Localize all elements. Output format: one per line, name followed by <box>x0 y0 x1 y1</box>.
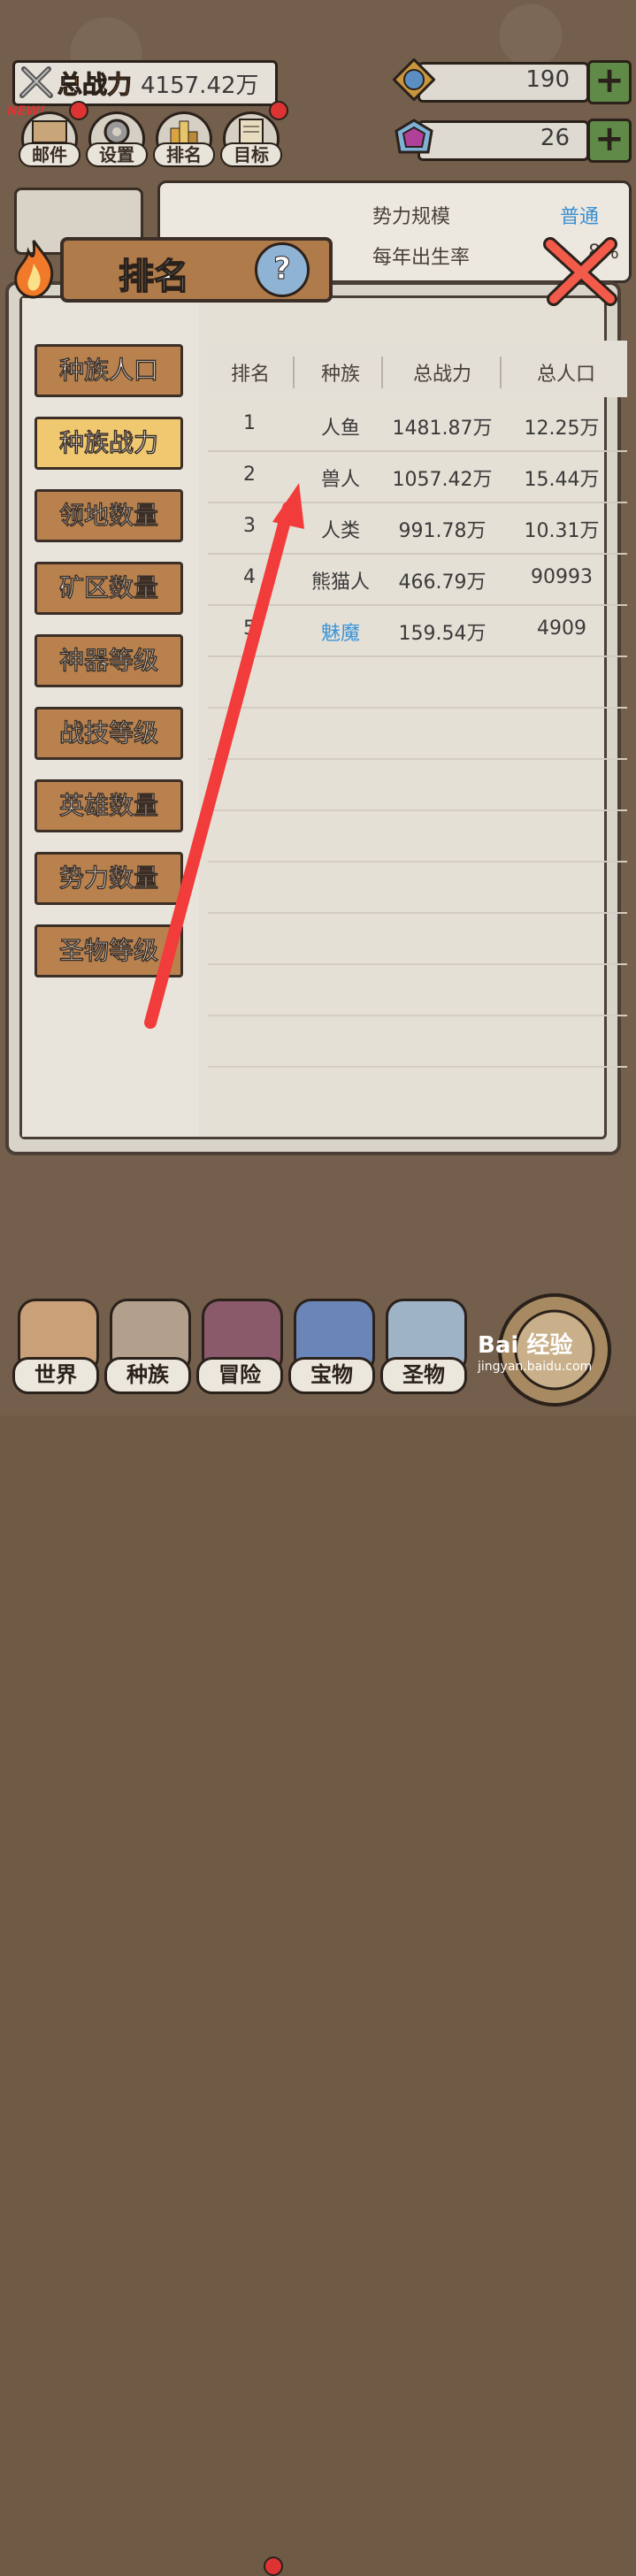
row-rank: 3 <box>243 515 256 537</box>
close-icon[interactable] <box>541 232 621 311</box>
total-power-value: 4157.42万 <box>141 72 259 99</box>
row-rank: 2 <box>243 464 256 486</box>
currency-gem-blue: 190 + <box>393 58 632 104</box>
empty-row <box>208 656 627 709</box>
currency-gem-purple: 26 + <box>393 117 632 163</box>
tab-skill-level[interactable]: 战技等级 <box>34 707 183 760</box>
table-row[interactable]: 2 兽人 1057.42万 15.44万 <box>208 450 627 503</box>
ranking-button[interactable]: 排名 <box>153 111 215 167</box>
table-row[interactable]: 4 熊猫人 466.79万 90993 <box>208 553 627 606</box>
tab-artifact-level[interactable]: 神器等级 <box>34 634 183 687</box>
empty-row <box>208 861 627 914</box>
empty-row <box>208 1015 627 1068</box>
tab-race-power[interactable]: 种族战力 <box>34 417 183 470</box>
row-population: 4909 <box>537 617 586 640</box>
col-race: 种族 <box>320 364 360 386</box>
row-power: 1481.87万 <box>392 418 493 440</box>
row-rank: 4 <box>243 566 256 588</box>
empty-row <box>208 758 627 811</box>
tab-race-population[interactable]: 种族人口 <box>34 344 183 397</box>
row-population: 90993 <box>531 566 593 588</box>
empty-row <box>208 809 627 862</box>
col-total-power: 总战力 <box>412 364 471 386</box>
col-rank: 排名 <box>230 364 270 386</box>
ranking-label: 排名 <box>153 142 215 167</box>
row-race: 人鱼 <box>320 418 360 440</box>
row-race: 熊猫人 <box>310 571 370 594</box>
nav-world-label: 世界 <box>12 1357 99 1394</box>
nav-race[interactable]: 种族 <box>104 1299 191 1396</box>
ranking-panel-inner: 种族人口 种族战力 领地数量 矿区数量 神器等级 战技等级 英雄数量 势力数量 … <box>19 295 627 1139</box>
tab-mine-count[interactable]: 矿区数量 <box>34 562 183 615</box>
table-row[interactable]: 1 人鱼 1481.87万 12.25万 <box>208 399 627 452</box>
nav-treasure-label: 宝物 <box>288 1357 375 1394</box>
empty-row <box>208 963 627 1016</box>
crossed-swords-icon <box>15 63 57 104</box>
panel-title-banner: 排名 ? <box>4 232 338 306</box>
nav-adventure-label: 冒险 <box>196 1357 283 1394</box>
panel-title: 排名 <box>118 256 190 298</box>
mail-notification-dot <box>69 101 88 120</box>
empty-row <box>208 707 627 760</box>
row-power: 159.54万 <box>398 623 487 645</box>
watermark-sub: jingyan.baidu.com <box>478 1360 593 1374</box>
nav-treasure[interactable]: 宝物 <box>288 1299 375 1396</box>
nav-relic[interactable]: 圣物 <box>380 1299 467 1396</box>
row-race: 人类 <box>320 520 360 542</box>
flame-icon <box>14 240 54 299</box>
table-header: 排名 种族 总战力 总人口 <box>208 341 627 397</box>
row-population: 10.31万 <box>524 520 600 542</box>
nav-adventure[interactable]: 冒险 <box>196 1299 283 1396</box>
row-power: 991.78万 <box>398 520 487 542</box>
currency2-value: 26 <box>540 125 570 151</box>
row-race: 兽人 <box>320 469 360 491</box>
row-population: 15.44万 <box>524 469 600 491</box>
category-tabs: 种族人口 种族战力 领地数量 矿区数量 神器等级 战技等级 英雄数量 势力数量 … <box>22 298 199 1137</box>
table-row[interactable]: 5 魅魔 159.54万 4909 <box>208 604 627 657</box>
nav-relic-label: 圣物 <box>380 1357 467 1394</box>
info-row1-label: 势力规模 <box>372 206 451 228</box>
tab-hero-count[interactable]: 英雄数量 <box>34 779 183 832</box>
tab-relic-level[interactable]: 圣物等级 <box>34 924 183 978</box>
total-power-bar: 总战力 4157.42万 <box>12 60 278 106</box>
tab-territory-count[interactable]: 领地数量 <box>34 489 183 542</box>
total-power-label: 总战力 <box>57 70 133 100</box>
adventure-notification-dot <box>264 2557 283 2576</box>
goals-label: 目标 <box>220 142 282 167</box>
purple-gem-icon <box>395 119 433 154</box>
nav-world[interactable]: 世界 <box>12 1299 99 1396</box>
settings-label: 设置 <box>86 142 148 167</box>
row-race-highlight[interactable]: 魅魔 <box>305 617 376 646</box>
settings-button[interactable]: 设置 <box>86 111 148 167</box>
info-row2-label: 每年出生率 <box>372 247 471 269</box>
mail-label: 邮件 <box>19 142 80 167</box>
row-rank: 1 <box>243 412 256 434</box>
add-currency2-button[interactable]: + <box>587 119 632 163</box>
help-button[interactable]: ? <box>255 242 310 297</box>
row-rank: 5 <box>243 617 256 640</box>
currency1-value: 190 <box>525 66 570 93</box>
nav-race-label: 种族 <box>104 1357 191 1394</box>
ranking-panel: 种族人口 种族战力 领地数量 矿区数量 神器等级 战技等级 英雄数量 势力数量 … <box>5 281 627 1155</box>
tab-faction-count[interactable]: 势力数量 <box>34 852 183 905</box>
row-power: 466.79万 <box>398 571 487 594</box>
watermark-main: Bai 经验 <box>478 1332 573 1359</box>
row-population: 12.25万 <box>524 418 600 440</box>
watermark: Bai 经验 jingyan.baidu.com <box>478 1327 632 1374</box>
add-currency1-button[interactable]: + <box>587 60 632 104</box>
blue-star-gem-icon <box>393 58 435 101</box>
table-row[interactable]: 3 人类 991.78万 10.31万 <box>208 502 627 555</box>
row-power: 1057.42万 <box>392 469 493 491</box>
goals-notification-dot <box>269 101 288 120</box>
empty-row <box>208 912 627 965</box>
goals-button[interactable]: 目标 <box>220 111 282 167</box>
col-total-population: 总人口 <box>536 364 595 386</box>
info-row1-value: 普通 <box>560 206 600 228</box>
mail-button[interactable]: 邮件 <box>19 111 80 167</box>
